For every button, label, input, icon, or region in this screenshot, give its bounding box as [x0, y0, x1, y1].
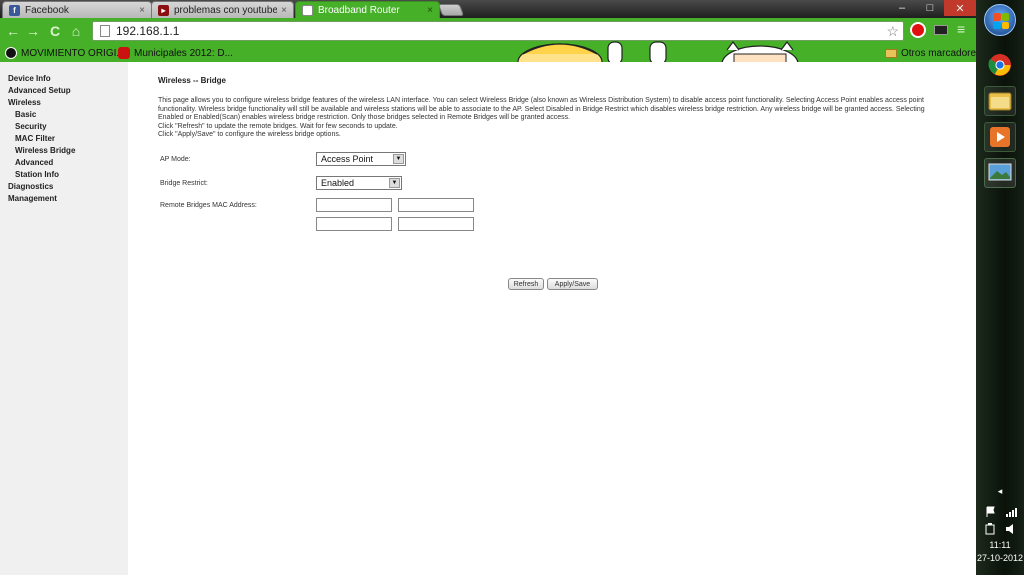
router-page: Device Info Advanced Setup Wireless Basi…	[0, 62, 976, 575]
description-refresh-hint: Click "Refresh" to update the remote bri…	[158, 122, 398, 130]
remote-bridge-mac-input-2[interactable]	[398, 198, 474, 212]
chevron-down-icon: ▼	[389, 178, 400, 188]
close-window-icon[interactable]: ✕	[944, 0, 976, 16]
desktop-icon	[988, 163, 1012, 181]
bookmark-municipales[interactable]: Municipales 2012: D...	[118, 46, 233, 60]
apply-save-button[interactable]: Apply/Save	[547, 278, 598, 290]
other-bookmarks-label: Otros marcadores	[901, 47, 976, 59]
windows-taskbar: ◂ 11:11 27-10-2012	[976, 0, 1024, 575]
tab-close-icon[interactable]: ×	[139, 5, 145, 16]
router-nav-menu: Device Info Advanced Setup Wireless Basi…	[0, 62, 128, 575]
tab-close-icon[interactable]: ×	[281, 5, 287, 16]
bookmark-label: MOVIMIENTO ORIGI...	[21, 47, 125, 59]
menu-wireless[interactable]: Wireless	[0, 97, 128, 109]
bookmark-star-icon[interactable]: ☆	[886, 23, 899, 40]
ap-mode-value: Access Point	[321, 154, 374, 164]
ap-mode-select[interactable]: Access Point ▼	[316, 152, 406, 166]
tab-broadband-router[interactable]: Broadband Router ×	[295, 1, 440, 18]
new-tab-button[interactable]	[437, 4, 465, 16]
taskbar-media-player[interactable]	[984, 122, 1016, 152]
tab-label: Facebook	[25, 4, 69, 16]
menu-management[interactable]: Management	[0, 193, 128, 205]
description-apply-hint: Click "Apply/Save" to configure the wire…	[158, 131, 341, 139]
remote-bridge-mac-input-4[interactable]	[398, 217, 474, 231]
remote-bridge-mac-input-3[interactable]	[316, 217, 392, 231]
reload-icon[interactable]: C	[47, 23, 63, 39]
youtube-icon: ▸	[158, 4, 169, 16]
windows-logo-icon	[993, 13, 1009, 29]
tab-label: problemas con youtube y l	[174, 4, 278, 16]
tab-youtube[interactable]: ▸ problemas con youtube y l ×	[151, 1, 294, 18]
show-hidden-icons[interactable]: ◂	[976, 486, 1024, 497]
tray-power-volume-icon[interactable]	[976, 522, 1024, 538]
maximize-icon[interactable]: □	[916, 0, 944, 16]
home-icon[interactable]: ⌂	[68, 23, 84, 39]
menu-advanced-setup[interactable]: Advanced Setup	[0, 85, 128, 97]
taskbar-file-explorer[interactable]	[984, 86, 1016, 116]
adblock-extension-icon[interactable]	[910, 22, 926, 38]
page-description: This page allows you to configure wirele…	[158, 97, 938, 140]
menu-icon[interactable]: ≡	[957, 21, 965, 37]
extension-icon[interactable]	[934, 25, 948, 35]
folder-icon	[885, 48, 897, 58]
bookmarks-bar: MOVIMIENTO ORIGI... Municipales 2012: D.…	[0, 44, 976, 62]
media-player-icon	[990, 127, 1010, 147]
description-paragraph: This page allows you to configure wirele…	[158, 97, 925, 122]
forward-icon[interactable]: →	[25, 23, 41, 39]
other-bookmarks[interactable]: Otros marcadores	[885, 46, 976, 60]
taskbar-chrome[interactable]	[984, 50, 1016, 80]
chevron-down-icon: ▼	[393, 154, 404, 164]
menu-wireless-advanced[interactable]: Advanced	[0, 157, 128, 169]
bridge-restrict-select[interactable]: Enabled ▼	[316, 176, 402, 190]
start-button[interactable]	[984, 4, 1016, 36]
page-icon	[100, 25, 110, 37]
refresh-button[interactable]: Refresh	[508, 278, 544, 290]
menu-wireless-security[interactable]: Security	[0, 121, 128, 133]
tray-flag-icon[interactable]	[976, 506, 1024, 521]
bookmark-label: Municipales 2012: D...	[134, 47, 233, 59]
menu-diagnostics[interactable]: Diagnostics	[0, 181, 128, 193]
page-icon	[302, 4, 313, 16]
taskbar-desktop[interactable]	[984, 158, 1016, 188]
back-icon[interactable]: ←	[5, 23, 21, 39]
youtube-icon	[118, 47, 130, 59]
ap-mode-label: AP Mode:	[160, 156, 191, 163]
menu-wireless-bridge[interactable]: Wireless Bridge	[0, 145, 128, 157]
tab-close-icon[interactable]: ×	[427, 5, 433, 16]
browser-toolbar: ← → C ⌂ ☆	[0, 18, 976, 44]
clock-date[interactable]: 27-10-2012	[976, 553, 1024, 563]
remote-bridges-label: Remote Bridges MAC Address:	[160, 202, 257, 209]
movimiento-icon	[5, 47, 17, 59]
facebook-icon: f	[9, 4, 20, 16]
remote-bridge-mac-input-1[interactable]	[316, 198, 392, 212]
minimize-icon[interactable]: –	[888, 0, 916, 16]
page-title: Wireless -- Bridge	[158, 76, 226, 85]
address-input[interactable]	[116, 24, 887, 38]
main-content: Wireless -- Bridge This page allows you …	[158, 76, 938, 140]
tab-strip: f Facebook × ▸ problemas con youtube y l…	[0, 0, 976, 18]
address-bar[interactable]: ☆	[92, 21, 904, 41]
tab-label: Broadband Router	[318, 4, 400, 16]
bridge-restrict-label: Bridge Restrict:	[160, 180, 208, 187]
menu-device-info[interactable]: Device Info	[0, 73, 128, 85]
menu-wireless-mac-filter[interactable]: MAC Filter	[0, 133, 128, 145]
bookmark-movimiento[interactable]: MOVIMIENTO ORIGI...	[5, 46, 125, 60]
menu-wireless-station-info[interactable]: Station Info	[0, 169, 128, 181]
bridge-restrict-value: Enabled	[321, 178, 355, 188]
file-explorer-icon	[988, 92, 1012, 111]
tab-facebook[interactable]: f Facebook ×	[2, 1, 152, 18]
theme-cartoon-image	[517, 41, 799, 64]
menu-wireless-basic[interactable]: Basic	[0, 109, 128, 121]
chrome-icon	[988, 54, 1011, 76]
browser-window: f Facebook × ▸ problemas con youtube y l…	[0, 0, 976, 575]
clock-time[interactable]: 11:11	[976, 540, 1024, 550]
